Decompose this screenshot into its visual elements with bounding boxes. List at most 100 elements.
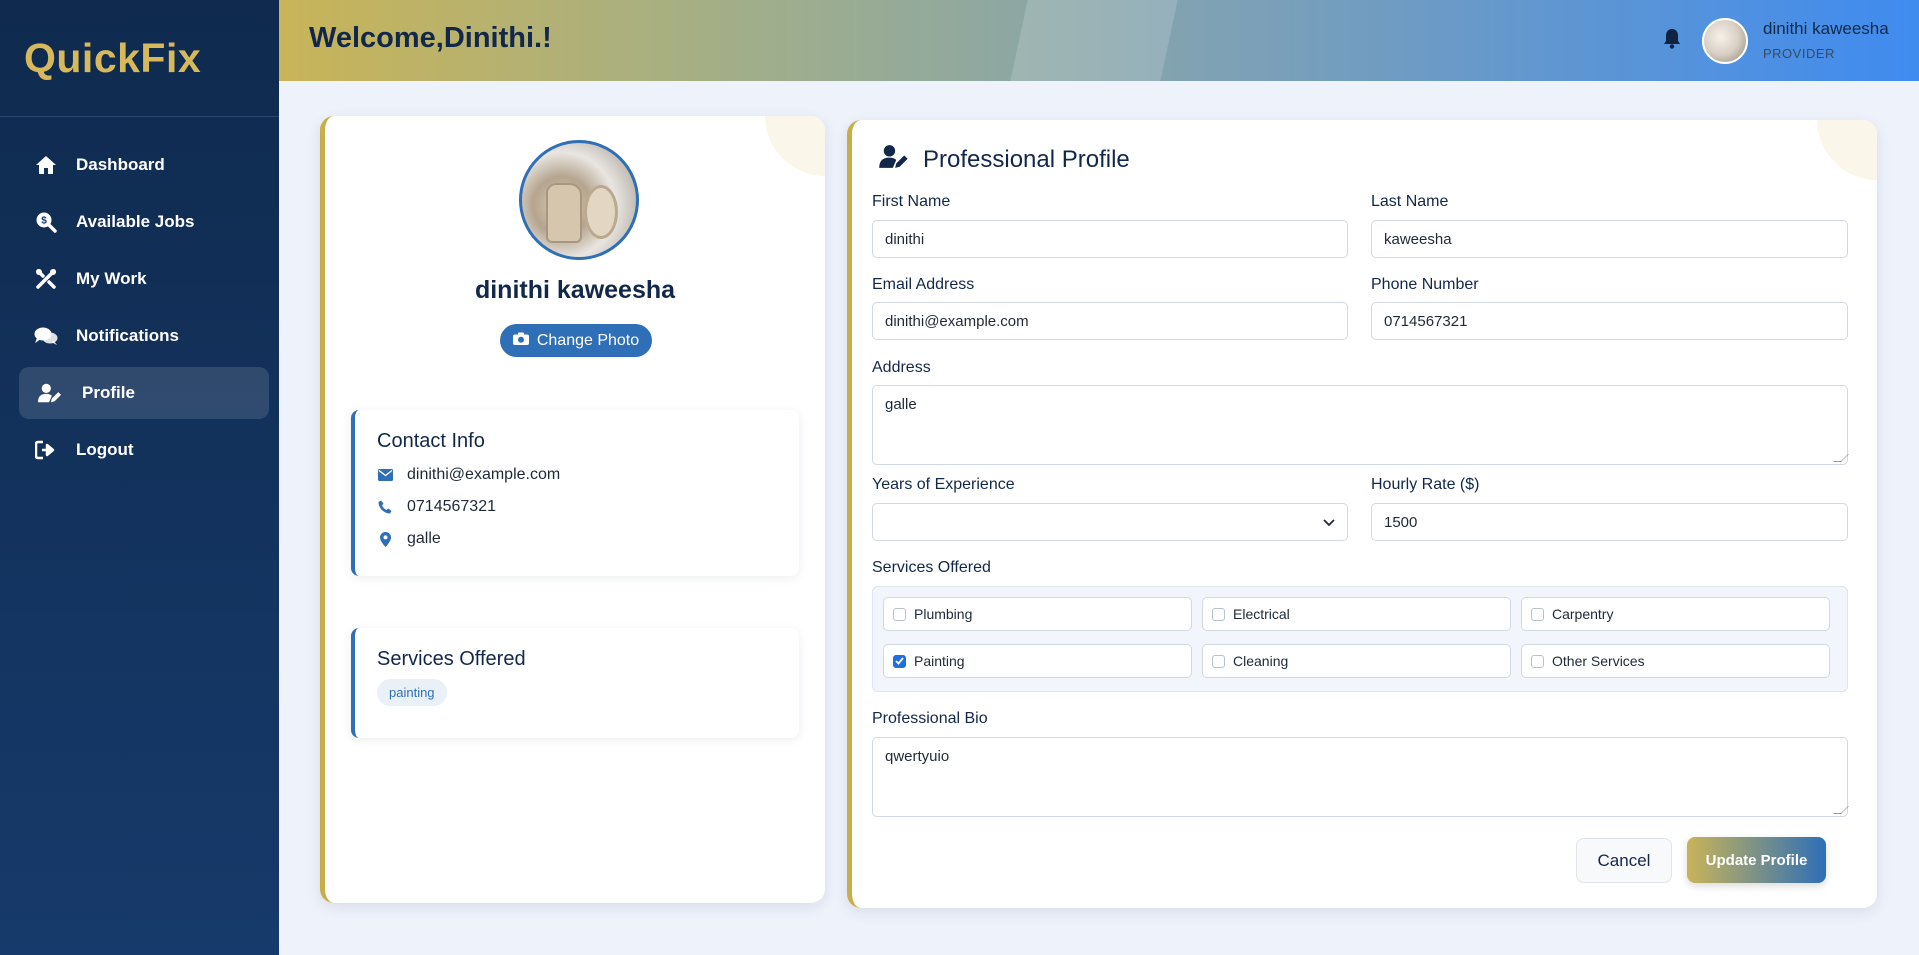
contact-phone-text: 0714567321 — [407, 498, 496, 515]
contact-address: galle — [377, 523, 799, 555]
envelope-icon — [377, 469, 393, 481]
hourly-rate-field[interactable]: 1500 — [1371, 503, 1848, 541]
service-option-other[interactable]: Other Services — [1521, 644, 1830, 678]
resize-handle[interactable] — [1833, 454, 1849, 462]
sign-out-icon — [34, 438, 58, 462]
sidebar-nav: Dashboard $ Available Jobs My Work Notif… — [0, 117, 279, 476]
sidebar: QuickFix Dashboard $ Available Jobs My W… — [0, 0, 279, 955]
sidebar-item-my-work[interactable]: My Work — [19, 253, 269, 305]
header-decoration — [1010, 0, 1178, 81]
avatar-image-detail — [546, 183, 582, 243]
contact-info-card: Contact Info dinithi@example.com 0714567… — [351, 410, 799, 576]
services-label: Services Offered — [872, 559, 991, 576]
chevron-down-icon — [1323, 514, 1335, 531]
service-option-label: Plumbing — [914, 606, 973, 622]
sidebar-item-profile[interactable]: Profile — [19, 367, 269, 419]
cancel-button[interactable]: Cancel — [1576, 838, 1672, 883]
first-name-field[interactable]: dinithi — [872, 220, 1348, 258]
bio-textarea[interactable]: qwertyuio — [872, 737, 1849, 817]
phone-field[interactable]: 0714567321 — [1371, 302, 1848, 340]
service-tag: painting — [377, 679, 447, 706]
top-header: Welcome,Dinithi.! dinithi kaweesha PROVI… — [279, 0, 1919, 81]
contact-email-text: dinithi@example.com — [407, 466, 561, 483]
tools-icon — [34, 267, 58, 291]
change-photo-label: Change Photo — [536, 331, 640, 349]
service-option-label: Electrical — [1233, 606, 1290, 622]
comments-icon — [34, 324, 58, 348]
search-dollar-icon: $ — [34, 210, 58, 234]
card-decoration — [765, 116, 825, 176]
phone-icon — [377, 500, 393, 514]
services-offered-card: Services Offered painting — [351, 628, 799, 738]
service-option-label: Painting — [914, 653, 965, 669]
change-photo-button[interactable]: Change Photo — [500, 324, 652, 357]
first-name-label: First Name — [872, 193, 951, 210]
bio-value: qwertyuio — [885, 748, 950, 765]
service-option-electrical[interactable]: Electrical — [1202, 597, 1511, 631]
welcome-message: Welcome,Dinithi.! — [309, 22, 552, 54]
user-name: dinithi kaweesha — [1763, 19, 1889, 38]
contact-info-title: Contact Info — [377, 430, 485, 452]
phone-label: Phone Number — [1371, 276, 1479, 293]
experience-label: Years of Experience — [872, 476, 1015, 493]
resize-handle[interactable] — [1833, 806, 1849, 814]
email-label: Email Address — [872, 276, 975, 293]
professional-profile-form: Professional Profile First Name dinithi … — [847, 120, 1877, 908]
home-icon — [34, 153, 58, 177]
sidebar-item-available-jobs[interactable]: $ Available Jobs — [19, 196, 269, 248]
service-option-painting[interactable]: Painting — [883, 644, 1192, 678]
bell-icon[interactable] — [1662, 27, 1682, 54]
address-value: galle — [885, 396, 917, 413]
last-name-field[interactable]: kaweesha — [1371, 220, 1848, 258]
brand-logo[interactable]: QuickFix — [0, 0, 279, 117]
service-option-carpentry[interactable]: Carpentry — [1521, 597, 1830, 631]
checkbox[interactable] — [1531, 607, 1544, 621]
service-option-label: Carpentry — [1552, 606, 1614, 622]
sidebar-item-label: Profile — [82, 383, 135, 402]
sidebar-item-dashboard[interactable]: Dashboard — [19, 139, 269, 191]
sidebar-item-label: My Work — [76, 269, 147, 288]
profile-name: dinithi kaweesha — [474, 276, 676, 304]
checkbox[interactable] — [1212, 607, 1225, 621]
bio-label: Professional Bio — [872, 710, 988, 727]
services-offered-title: Services Offered — [377, 648, 526, 670]
user-edit-icon — [38, 381, 62, 405]
map-marker-icon — [377, 531, 393, 547]
avatar[interactable] — [1702, 18, 1748, 64]
sidebar-item-label: Dashboard — [76, 155, 165, 174]
experience-select[interactable] — [872, 503, 1348, 541]
service-option-cleaning[interactable]: Cleaning — [1202, 644, 1511, 678]
checkbox[interactable] — [1212, 654, 1225, 668]
svg-text:$: $ — [41, 216, 47, 227]
hourly-rate-label: Hourly Rate ($) — [1371, 476, 1480, 493]
address-label: Address — [872, 359, 931, 376]
sidebar-item-label: Available Jobs — [76, 212, 195, 231]
service-option-plumbing[interactable]: Plumbing — [883, 597, 1192, 631]
checkbox[interactable] — [893, 607, 906, 621]
user-edit-icon — [879, 144, 909, 176]
card-decoration — [1817, 120, 1877, 180]
service-option-label: Cleaning — [1233, 653, 1289, 669]
profile-avatar — [519, 140, 639, 260]
service-option-label: Other Services — [1552, 653, 1645, 669]
sidebar-item-logout[interactable]: Logout — [19, 424, 269, 476]
checkbox[interactable] — [1531, 654, 1544, 668]
avatar-image-detail — [584, 185, 618, 239]
user-role: PROVIDER — [1763, 46, 1835, 61]
email-field[interactable]: dinithi@example.com — [872, 302, 1348, 340]
sidebar-item-notifications[interactable]: Notifications — [19, 310, 269, 362]
address-textarea[interactable]: galle — [872, 385, 1849, 465]
form-title: Professional Profile — [879, 144, 1130, 176]
contact-phone: 0714567321 — [377, 491, 799, 523]
sidebar-item-label: Notifications — [76, 326, 179, 345]
last-name-label: Last Name — [1371, 193, 1449, 210]
profile-summary-card: dinithi kaweesha Change Photo Contact In… — [320, 116, 825, 903]
form-title-text: Professional Profile — [923, 146, 1130, 173]
update-profile-button[interactable]: Update Profile — [1687, 837, 1826, 883]
camera-icon — [512, 332, 529, 350]
sidebar-item-label: Logout — [76, 440, 134, 459]
services-checkbox-group: Plumbing Electrical Carpentry Painting C… — [872, 586, 1848, 692]
checkbox-checked[interactable] — [893, 654, 906, 668]
contact-address-text: galle — [407, 530, 441, 547]
contact-email: dinithi@example.com — [377, 459, 799, 491]
